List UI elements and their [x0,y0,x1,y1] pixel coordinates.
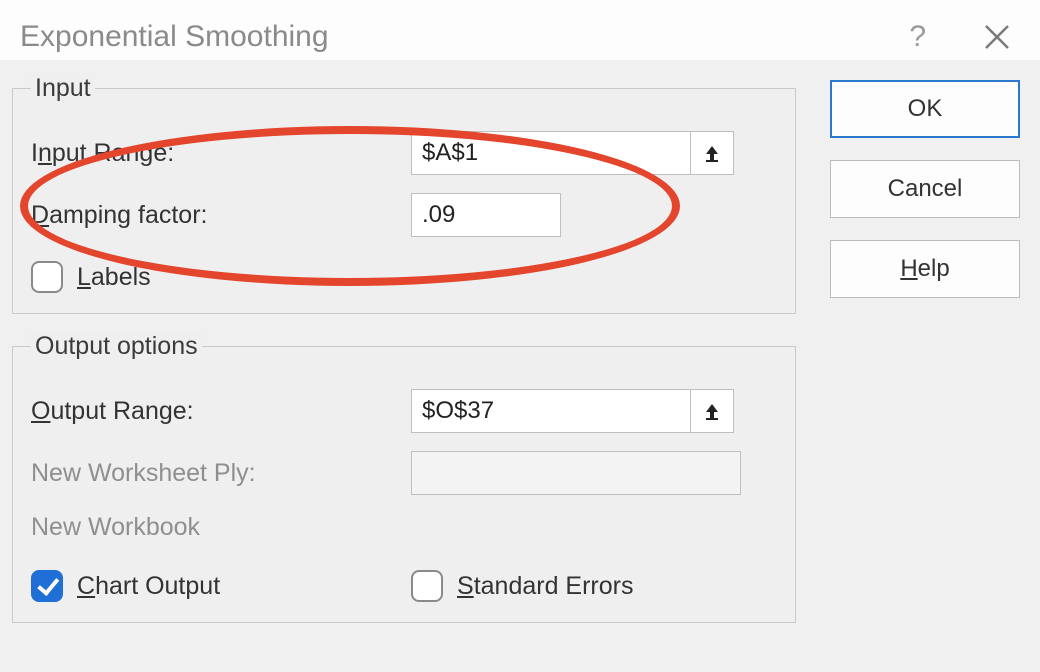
output-range-field[interactable]: $O$37 [411,389,691,433]
cancel-button[interactable]: Cancel [830,160,1020,218]
context-help-icon[interactable]: ? [909,20,926,54]
titlebar-actions: ? [909,20,1012,54]
input-range-refselect-button[interactable] [690,131,734,175]
new-worksheet-label: New Worksheet Ply: [31,459,411,488]
output-range-row: Output Range: $O$37 [31,389,781,433]
titlebar: Exponential Smoothing ? [0,0,1040,60]
output-group: Output options Output Range: $O$37 New W… [12,332,796,623]
output-range-label: Output Range: [31,397,411,426]
dialog-actions: OK Cancel Help [830,74,1020,641]
standard-errors-label: Standard Errors [457,572,633,601]
new-workbook-label: New Workbook [31,513,411,542]
input-range-label: Input Range: [31,139,411,168]
input-range-field[interactable]: $A$1 [411,131,691,175]
new-workbook-row: New Workbook [31,513,781,542]
labels-label: Labels [77,263,151,292]
new-worksheet-row: New Worksheet Ply: [31,451,781,495]
close-icon[interactable] [982,22,1012,52]
ok-button[interactable]: OK [830,80,1020,138]
labels-row: Labels [31,261,781,293]
standard-errors-checkbox[interactable] [411,570,443,602]
chart-output-checkbox[interactable] [31,570,63,602]
input-range-row: Input Range: $A$1 [31,131,781,175]
output-legend: Output options [31,332,202,361]
dialog-title: Exponential Smoothing [20,20,909,54]
damping-field[interactable]: .09 [411,193,561,237]
labels-checkbox[interactable] [31,261,63,293]
chart-output-label: Chart Output [77,572,220,601]
output-range-refselect-button[interactable] [690,389,734,433]
help-button[interactable]: Help [830,240,1020,298]
output-checks-row: Chart Output Standard Errors [31,570,781,602]
damping-row: Damping factor: .09 [31,193,781,237]
input-group: Input Input Range: $A$1 Damping factor: … [12,74,796,314]
new-worksheet-field [411,451,741,495]
damping-label: Damping factor: [31,201,411,230]
input-legend: Input [31,74,95,103]
